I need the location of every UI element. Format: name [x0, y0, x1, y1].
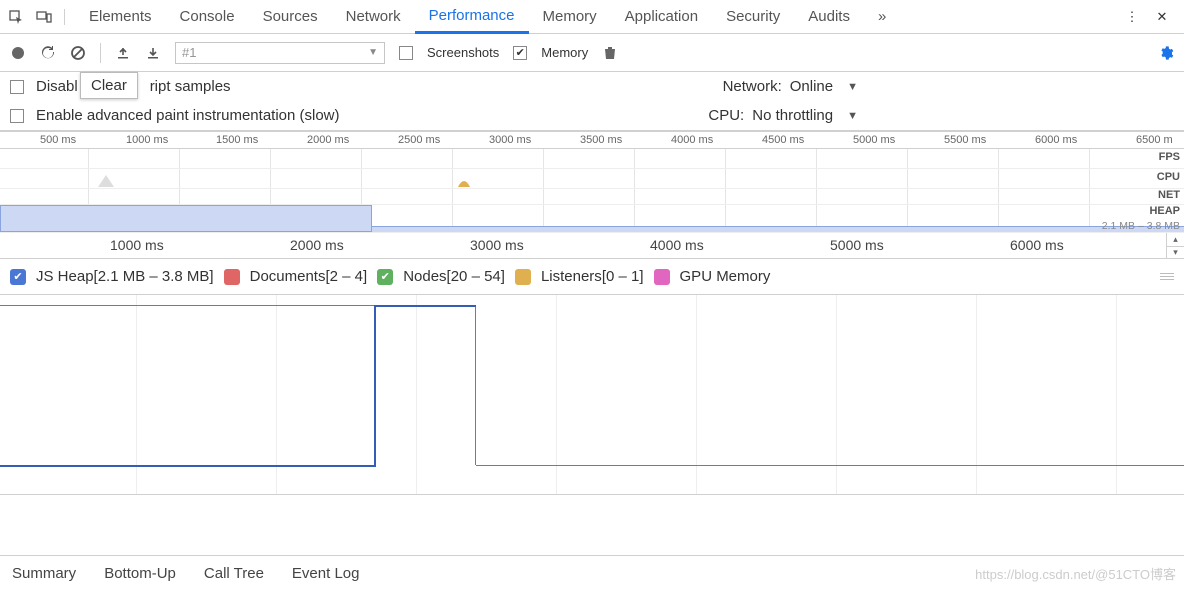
disable-js-label-suffix: ript samples — [150, 78, 231, 95]
load-profile-icon[interactable] — [115, 45, 131, 61]
legend-listeners-check[interactable] — [515, 269, 531, 285]
perf-toolbar: #1 Screenshots Memory — [0, 34, 1184, 72]
settings-gear-icon[interactable] — [1158, 45, 1174, 61]
disable-js-checkbox[interactable] — [10, 80, 24, 94]
cpu-select[interactable]: No throttling▼ — [752, 107, 858, 124]
devtools-topbar: Elements Console Sources Network Perform… — [0, 0, 1184, 34]
close-icon[interactable]: ✕ — [1154, 9, 1170, 25]
legend-gpu-check[interactable] — [654, 269, 670, 285]
inspect-group — [8, 9, 65, 25]
ov-tick: 6000 ms — [1035, 134, 1077, 146]
tab-audits[interactable]: Audits — [794, 0, 864, 34]
timeline-ruler[interactable]: 1000 ms 2000 ms 3000 ms 4000 ms 5000 ms … — [0, 233, 1184, 259]
cpu-label: CPU: — [708, 107, 744, 124]
lane-fps: FPS — [0, 149, 1184, 169]
heap-range-text: 2.1 MB – 3.8 MB — [1102, 220, 1180, 232]
tab-bottomup[interactable]: Bottom-Up — [104, 565, 176, 582]
advanced-paint-label: Enable advanced paint instrumentation (s… — [36, 107, 340, 124]
inspect-icon[interactable] — [8, 9, 24, 25]
network-select[interactable]: Online▼ — [790, 78, 858, 95]
ov-tick: 6500 m — [1136, 134, 1173, 146]
ov-tick: 2500 ms — [398, 134, 440, 146]
memory-label: Memory — [541, 45, 588, 60]
ov-tick: 5000 ms — [853, 134, 895, 146]
watermark-text: https://blog.csdn.net/@51CTO博客 — [975, 564, 1176, 583]
memory-chart[interactable] — [0, 295, 1184, 495]
legend-jsheap-label: JS Heap[2.1 MB – 3.8 MB] — [36, 268, 214, 285]
option-advanced-paint: Enable advanced paint instrumentation (s… — [0, 101, 1184, 131]
tab-sources[interactable]: Sources — [249, 0, 332, 34]
tab-security[interactable]: Security — [712, 0, 794, 34]
memory-checkbox[interactable] — [513, 46, 527, 60]
lane-net: NET — [0, 189, 1184, 205]
option-disable-js: Disabl Clear ript samples Network: Onlin… — [0, 72, 1184, 101]
screenshots-checkbox[interactable] — [399, 46, 413, 60]
disable-js-label-prefix: Disabl — [36, 78, 78, 95]
tab-network[interactable]: Network — [332, 0, 415, 34]
advanced-paint-checkbox[interactable] — [10, 109, 24, 123]
t2: 2000 ms — [290, 237, 344, 253]
recording-select-value: #1 — [182, 45, 196, 60]
ov-tick: 5500 ms — [944, 134, 986, 146]
device-toggle-icon[interactable] — [36, 9, 52, 25]
tab-console[interactable]: Console — [166, 0, 249, 34]
tab-memory[interactable]: Memory — [529, 0, 611, 34]
legend-jsheap-check[interactable] — [10, 269, 26, 285]
screenshots-label: Screenshots — [427, 45, 499, 60]
tabs-overflow-icon[interactable]: » — [864, 0, 900, 34]
clear-tooltip: Clear — [80, 72, 138, 99]
reload-icon[interactable] — [40, 45, 56, 61]
t2: 1000 ms — [110, 237, 164, 253]
kebab-menu-icon[interactable]: ⋮ — [1124, 9, 1140, 25]
t2: 6000 ms — [1010, 237, 1064, 253]
timeline-v-scroll[interactable]: ▴▾ — [1166, 233, 1184, 259]
legend-gpu-label: GPU Memory — [680, 268, 771, 285]
overview-lanes[interactable]: FPS CPU NET HEAP 2.1 MB – 3.8 MB — [0, 149, 1184, 233]
tab-eventlog[interactable]: Event Log — [292, 565, 360, 582]
t2: 4000 ms — [650, 237, 704, 253]
garbage-collect-icon[interactable] — [602, 45, 618, 61]
clear-icon[interactable] — [70, 45, 86, 61]
tab-summary[interactable]: Summary — [12, 565, 76, 582]
panel-tabs: Elements Console Sources Network Perform… — [65, 0, 1118, 34]
ov-tick: 500 ms — [40, 134, 76, 146]
ov-tick: 3500 ms — [580, 134, 622, 146]
overview-ruler[interactable]: 500 ms 1000 ms 1500 ms 2000 ms 2500 ms 3… — [0, 131, 1184, 149]
tab-calltree[interactable]: Call Tree — [204, 565, 264, 582]
legend-listeners-label: Listeners[0 – 1] — [541, 268, 644, 285]
lane-heap: HEAP 2.1 MB – 3.8 MB — [0, 205, 1184, 233]
legend-menu-icon[interactable] — [1160, 273, 1174, 280]
tab-performance[interactable]: Performance — [415, 0, 529, 34]
record-icon[interactable] — [10, 45, 26, 61]
legend-nodes-check[interactable] — [377, 269, 393, 285]
t2: 5000 ms — [830, 237, 884, 253]
ov-tick: 1000 ms — [126, 134, 168, 146]
ov-tick: 2000 ms — [307, 134, 349, 146]
tab-application[interactable]: Application — [611, 0, 712, 34]
network-label: Network: — [723, 78, 782, 95]
legend-documents-check[interactable] — [224, 269, 240, 285]
lane-cpu: CPU — [0, 169, 1184, 189]
legend-documents-label: Documents[2 – 4] — [250, 268, 368, 285]
ov-tick: 4500 ms — [762, 134, 804, 146]
memory-legend: JS Heap[2.1 MB – 3.8 MB] Documents[2 – 4… — [0, 259, 1184, 295]
ov-tick: 1500 ms — [216, 134, 258, 146]
save-profile-icon[interactable] — [145, 45, 161, 61]
tab-elements[interactable]: Elements — [75, 0, 166, 34]
ov-tick: 3000 ms — [489, 134, 531, 146]
recording-select[interactable]: #1 — [175, 42, 385, 64]
t2: 3000 ms — [470, 237, 524, 253]
ov-tick: 4000 ms — [671, 134, 713, 146]
legend-nodes-label: Nodes[20 – 54] — [403, 268, 505, 285]
topbar-tail: ⋮ ✕ — [1118, 9, 1176, 25]
